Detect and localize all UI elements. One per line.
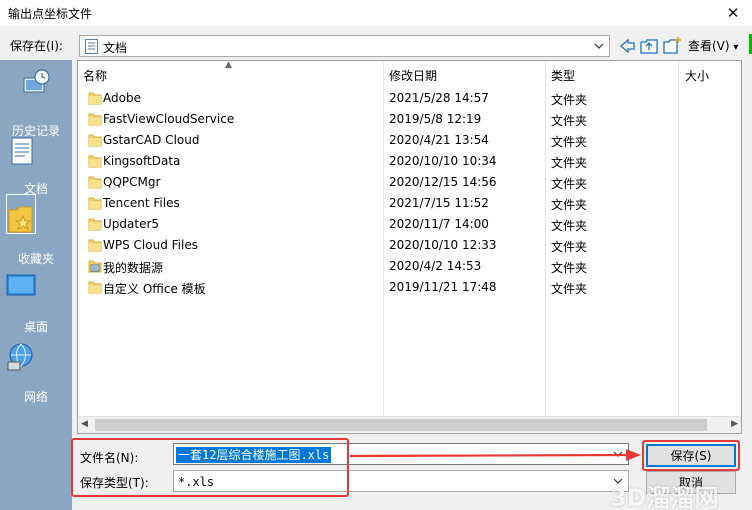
folder-icon	[88, 113, 102, 126]
file-type: 文件夹	[551, 177, 588, 191]
folder-icon	[88, 155, 102, 168]
file-name: 自定义 Office 模板	[103, 282, 206, 296]
scroll-left-icon[interactable]: ◀	[81, 419, 88, 429]
file-date: 2020/11/7 14:00	[389, 217, 489, 231]
column-header-size[interactable]: 大小	[685, 67, 709, 84]
save-in-value: 文档	[103, 41, 128, 55]
file-date: 2021/5/28 14:57	[389, 91, 489, 105]
place-label: 网络	[23, 390, 48, 404]
file-name: FastViewCloudService	[103, 112, 235, 126]
list-item[interactable]: WPS Cloud Files 2020/10/10 12:33 文件夹	[78, 235, 741, 256]
folder-icon	[88, 92, 102, 105]
chevron-down-icon	[591, 38, 607, 54]
window-title: 输出点坐标文件	[8, 7, 93, 21]
file-name: WPS Cloud Files	[103, 238, 198, 252]
file-date: 2020/10/10 12:33	[389, 238, 497, 252]
file-type: 文件夹	[551, 156, 588, 170]
column-header-row: ▲ 名称 修改日期 类型 大小	[78, 61, 741, 85]
scroll-right-icon[interactable]: ▶	[731, 419, 738, 429]
desktop-icon	[6, 274, 36, 296]
horizontal-scrollbar[interactable]: ◀ ▶	[78, 416, 741, 433]
file-type: 文件夹	[551, 114, 588, 128]
close-button[interactable]: ✕	[722, 2, 744, 24]
folder-icon	[88, 218, 102, 231]
list-item[interactable]: Updater5 2020/11/7 14:00 文件夹	[78, 214, 741, 235]
place-history[interactable]: 历史记录	[0, 68, 72, 139]
list-item[interactable]: KingsoftData 2020/10/10 10:34 文件夹	[78, 151, 741, 172]
list-item[interactable]: 自定义 Office 模板 2019/11/21 17:48 文件夹	[78, 277, 741, 298]
folder-icon	[88, 176, 102, 189]
close-icon: ✕	[726, 4, 740, 22]
caret-down-icon: ▾	[733, 42, 739, 53]
file-name: GstarCAD Cloud	[103, 133, 200, 147]
list-item[interactable]: 我的数据源 2020/4/2 14:53 文件夹	[78, 256, 741, 277]
place-network[interactable]: 网络	[0, 342, 72, 405]
annotation-arrow-icon	[350, 449, 641, 461]
list-item[interactable]: Tencent Files 2021/7/15 11:52 文件夹	[78, 193, 741, 214]
file-list[interactable]: ▲ 名称 修改日期 类型 大小 Adobe 2021/5/28 14:57 文件夹 F…	[77, 60, 742, 434]
file-date: 2020/10/10 10:34	[389, 154, 497, 168]
save-in-label: 保存在(I):	[10, 39, 63, 53]
file-name: Tencent Files	[103, 196, 180, 210]
documents-icon	[11, 137, 33, 165]
new-folder-icon[interactable]	[662, 36, 682, 56]
file-type: 文件夹	[551, 198, 588, 212]
place-label: 收藏夹	[17, 252, 54, 266]
file-date: 2020/4/21 13:54	[389, 133, 489, 147]
favorites-icon	[8, 206, 33, 233]
annotation-highlight-box	[71, 438, 349, 497]
place-favorites[interactable]: 收藏夹	[0, 204, 72, 267]
file-name: 我的数据源	[103, 261, 164, 275]
file-date: 2021/7/15 11:52	[389, 196, 489, 210]
view-menu-label: 查看(V)	[688, 39, 730, 53]
place-documents[interactable]: 文档	[0, 136, 72, 197]
file-date: 2020/4/2 14:53	[389, 259, 482, 273]
file-type: 文件夹	[551, 261, 588, 275]
column-header-name[interactable]: 名称	[83, 67, 107, 84]
file-type: 文件夹	[551, 282, 588, 296]
file-type: 文件夹	[551, 135, 588, 149]
up-folder-icon[interactable]	[639, 36, 659, 56]
file-name: Updater5	[103, 217, 160, 231]
scrollbar-thumb[interactable]	[95, 419, 707, 431]
documents-icon	[85, 39, 98, 54]
title-bar: 输出点坐标文件 ✕	[0, 0, 752, 26]
list-item[interactable]: GstarCAD Cloud 2020/4/21 13:54 文件夹	[78, 130, 741, 151]
folder-icon	[88, 239, 102, 252]
folder-icon	[88, 134, 102, 147]
list-item[interactable]: Adobe 2021/5/28 14:57 文件夹	[78, 88, 741, 109]
file-name: KingsoftData	[103, 154, 181, 168]
places-bar: 历史记录 文档 收藏夹 桌面 网络	[0, 60, 72, 510]
file-date: 2019/11/21 17:48	[389, 280, 497, 294]
back-icon[interactable]	[617, 36, 637, 56]
file-date: 2019/5/8 12:19	[389, 112, 482, 126]
place-desktop[interactable]: 桌面	[0, 274, 72, 335]
folder-icon	[88, 281, 102, 294]
watermark: 3D溜溜网	[610, 484, 719, 510]
save-in-dropdown[interactable]: 文档	[79, 35, 610, 57]
place-label: 桌面	[23, 320, 48, 334]
sort-ascending-icon: ▲	[225, 60, 232, 70]
file-name: QQPCMgr	[103, 175, 161, 189]
file-type: 文件夹	[551, 93, 588, 107]
history-icon	[23, 69, 50, 93]
list-item[interactable]: FastViewCloudService 2019/5/8 12:19 文件夹	[78, 109, 741, 130]
place-label: 文档	[23, 182, 48, 196]
file-type: 文件夹	[551, 240, 588, 254]
network-icon	[7, 343, 33, 371]
folder-icon	[88, 197, 102, 210]
file-type: 文件夹	[551, 219, 588, 233]
file-name: Adobe	[103, 91, 141, 105]
file-date: 2020/12/15 14:56	[389, 175, 497, 189]
list-item[interactable]: QQPCMgr 2020/12/15 14:56 文件夹	[78, 172, 741, 193]
column-header-date[interactable]: 修改日期	[389, 67, 437, 84]
view-menu[interactable]: 查看(V) ▾	[688, 37, 738, 54]
annotation-highlight-box	[642, 440, 740, 471]
column-header-type[interactable]: 类型	[551, 67, 575, 84]
data-source-folder-icon	[88, 260, 102, 273]
